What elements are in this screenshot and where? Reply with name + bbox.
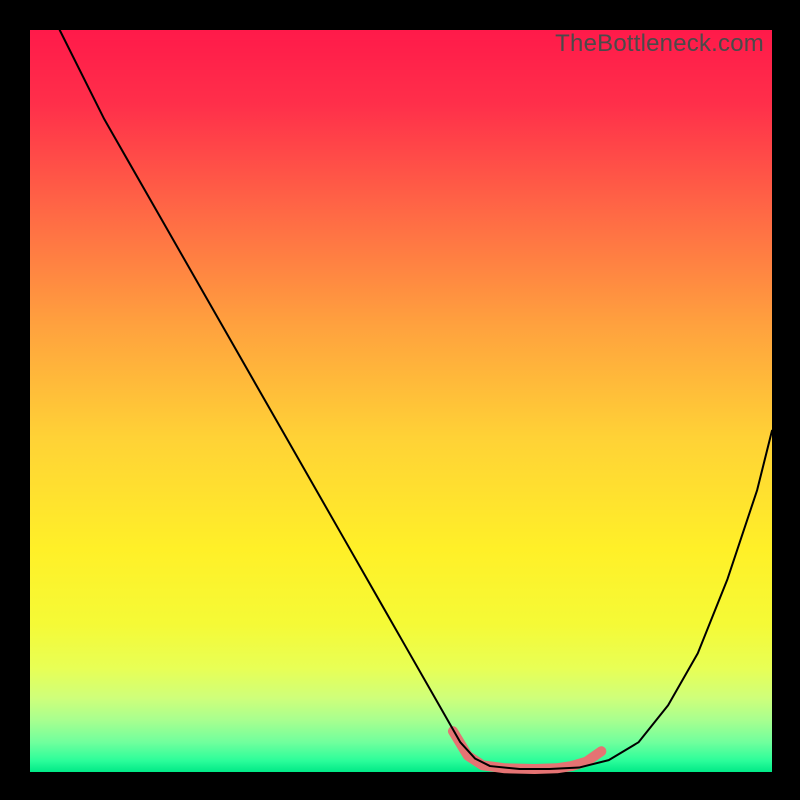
bottleneck-curve-path [60, 30, 772, 769]
plot-area: TheBottleneck.com [30, 30, 772, 772]
bottleneck-highlight-path [453, 731, 601, 769]
chart-frame: TheBottleneck.com [0, 0, 800, 800]
watermark-text: TheBottleneck.com [555, 30, 764, 58]
curve-layer [30, 30, 772, 772]
